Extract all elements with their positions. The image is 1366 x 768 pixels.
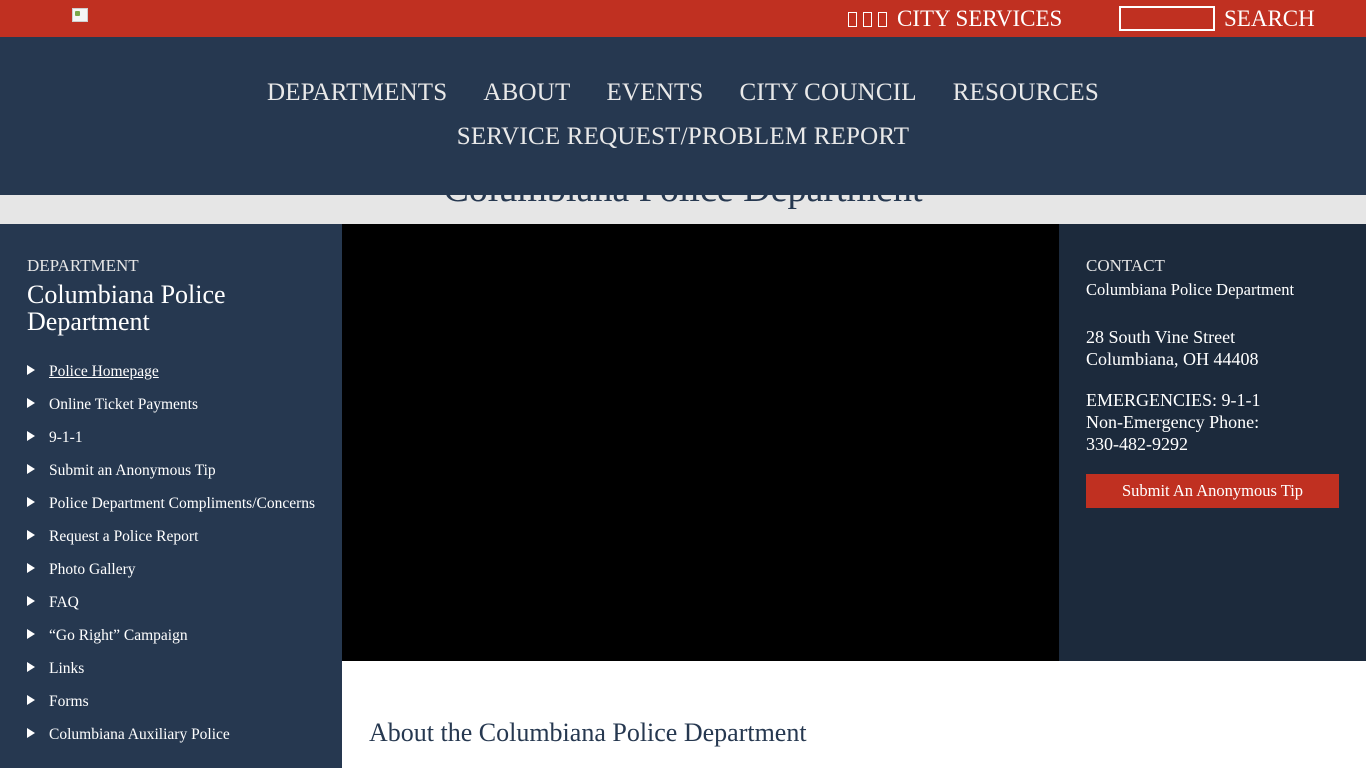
caret-right-icon <box>27 398 35 408</box>
sidebar-title: Columbiana Police Department <box>27 280 226 336</box>
caret-right-icon <box>27 596 35 606</box>
nav-item-city-council[interactable]: CITY COUNCIL <box>740 79 917 107</box>
caret-right-icon <box>27 563 35 573</box>
sidebar-item-photo-gallery[interactable]: Photo Gallery <box>27 560 327 579</box>
sidebar-item-label: FAQ <box>49 594 79 611</box>
contact-panel: CONTACT Columbiana Police Department 28 … <box>1059 224 1366 661</box>
sidebar-item-forms[interactable]: Forms <box>27 692 327 711</box>
sidebar-item-online-ticket-payments[interactable]: Online Ticket Payments <box>27 395 327 414</box>
city-services-label: CITY SERVICES <box>897 6 1063 31</box>
sidebar-item-label: Online Ticket Payments <box>49 396 198 413</box>
sidebar-item-label: Submit an Anonymous Tip <box>49 462 216 479</box>
page-title: Columbiana Police Department <box>0 195 1366 211</box>
city-services-glyph-icons <box>848 11 893 27</box>
department-sidebar: DEPARTMENT Columbiana Police Department … <box>0 224 342 768</box>
sidebar-item-911[interactable]: 9-1-1 <box>27 428 327 447</box>
glyph-box-icon <box>863 11 872 27</box>
caret-right-icon <box>27 662 35 672</box>
about-heading: About the Columbiana Police Department <box>369 718 807 747</box>
sidebar-item-label: Links <box>49 660 85 677</box>
contact-address-line1: 28 South Vine Street <box>1086 327 1236 347</box>
glyph-box-icon <box>878 11 887 27</box>
glyph-box-icon <box>848 11 857 27</box>
sidebar-item-label: Columbiana Auxiliary Police <box>49 726 230 743</box>
contact-non-emergency-label: Non-Emergency Phone: <box>1086 412 1260 432</box>
nav-row-secondary: SERVICE REQUEST/PROBLEM REPORT <box>0 123 1366 151</box>
city-services-link[interactable]: CITY SERVICES <box>848 5 1062 33</box>
sidebar-item-go-right-campaign[interactable]: “Go Right” Campaign <box>27 626 327 645</box>
nav-row-primary: DEPARTMENTS ABOUT EVENTS CITY COUNCIL RE… <box>0 79 1366 107</box>
caret-right-icon <box>27 629 35 639</box>
nav-item-departments[interactable]: DEPARTMENTS <box>267 79 447 107</box>
caret-right-icon <box>27 365 35 375</box>
page-title-strip: Columbiana Police Department <box>0 195 1366 224</box>
submit-anonymous-tip-button[interactable]: Submit An Anonymous Tip <box>1086 474 1339 508</box>
video-player[interactable] <box>342 224 1059 661</box>
sidebar-item-anonymous-tip[interactable]: Submit an Anonymous Tip <box>27 461 327 480</box>
sidebar-item-label: Forms <box>49 693 89 710</box>
caret-right-icon <box>27 530 35 540</box>
top-bar: CITY SERVICES SEARCH <box>0 0 1366 37</box>
sidebar-item-compliments-concerns[interactable]: Police Department Compliments/Concerns <box>27 494 327 513</box>
nav-item-resources[interactable]: RESOURCES <box>953 79 1099 107</box>
site-logo-broken-image-icon[interactable] <box>72 8 88 22</box>
caret-right-icon <box>27 464 35 474</box>
sidebar-item-label: “Go Right” Campaign <box>49 627 188 644</box>
nav-item-service-request[interactable]: SERVICE REQUEST/PROBLEM REPORT <box>457 123 910 151</box>
caret-right-icon <box>27 497 35 507</box>
nav-item-events[interactable]: EVENTS <box>607 79 704 107</box>
sidebar-item-label: Photo Gallery <box>49 561 136 578</box>
caret-right-icon <box>27 431 35 441</box>
image-placeholder-mark <box>75 11 80 16</box>
sidebar-item-label: Police Homepage <box>49 363 159 380</box>
contact-name: Columbiana Police Department <box>1086 280 1295 299</box>
main-navigation: DEPARTMENTS ABOUT EVENTS CITY COUNCIL RE… <box>0 37 1366 195</box>
sidebar-item-faq[interactable]: FAQ <box>27 593 327 612</box>
sidebar-item-request-police-report[interactable]: Request a Police Report <box>27 527 327 546</box>
contact-emergencies: EMERGENCIES: 9-1-1 <box>1086 390 1261 410</box>
contact-phone[interactable]: 330-482-9292 <box>1086 434 1188 455</box>
contact-address-line2: Columbiana, OH 44408 <box>1086 349 1259 369</box>
sidebar-item-label: 9-1-1 <box>49 429 83 446</box>
caret-right-icon <box>27 695 35 705</box>
sidebar-item-label: Police Department Compliments/Concerns <box>49 495 316 512</box>
search-button[interactable]: SEARCH <box>1224 5 1315 33</box>
contact-eyebrow: CONTACT <box>1086 256 1165 275</box>
sidebar-menu: Police Homepage Online Ticket Payments 9… <box>27 362 327 758</box>
nav-item-about[interactable]: ABOUT <box>483 79 570 107</box>
sidebar-item-police-homepage[interactable]: Police Homepage <box>27 362 327 381</box>
sidebar-item-auxiliary-police[interactable]: Columbiana Auxiliary Police <box>27 725 327 744</box>
search-input[interactable] <box>1119 6 1215 31</box>
sidebar-item-links[interactable]: Links <box>27 659 327 678</box>
sidebar-eyebrow: DEPARTMENT <box>27 256 139 275</box>
caret-right-icon <box>27 728 35 738</box>
sidebar-item-label: Request a Police Report <box>49 528 199 545</box>
